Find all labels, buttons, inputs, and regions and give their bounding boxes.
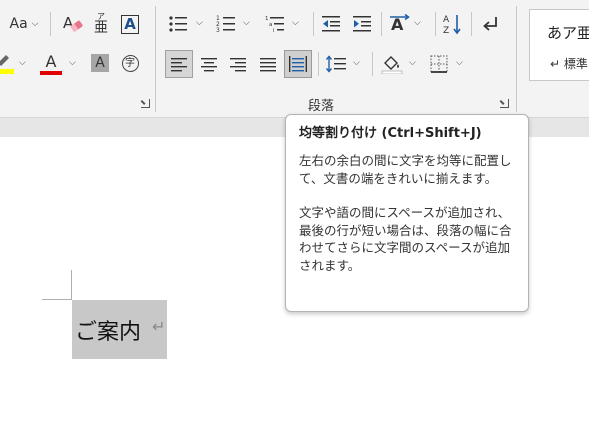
justify-icon: [260, 58, 276, 72]
phonetic-guide-button[interactable]: ア 亜: [90, 10, 112, 38]
style-sample-text: あア亜: [547, 24, 589, 42]
font-color-button[interactable]: A: [38, 50, 64, 78]
character-shading-icon: A: [91, 54, 109, 72]
font-color-swatch: [40, 71, 62, 75]
align-right-button[interactable]: [225, 50, 251, 78]
highlight-color-button[interactable]: [0, 50, 14, 78]
sort-icon: A Z: [443, 15, 461, 35]
styles-gallery[interactable]: あア亜 ↵ 標準: [529, 9, 589, 81]
character-border-icon: A: [121, 14, 139, 34]
margin-corner-mark-vertical: [71, 270, 72, 300]
separator: [372, 52, 373, 76]
paragraph-mark: ↵: [152, 317, 166, 336]
increase-indent-icon: [353, 16, 371, 32]
separator: [313, 12, 314, 36]
borders-icon: [430, 55, 448, 73]
align-left-button[interactable]: [165, 50, 193, 78]
line-spacing-button[interactable]: [323, 50, 349, 78]
text-direction-icon: A: [390, 13, 410, 34]
justify-button[interactable]: [255, 50, 281, 78]
chevron-down-icon[interactable]: ⌵: [409, 58, 416, 68]
bullets-icon: [169, 16, 187, 32]
font-dialog-launcher-icon[interactable]: [141, 99, 150, 108]
bullets-button[interactable]: [166, 12, 190, 36]
separator: [471, 12, 472, 36]
phonetic-guide-glyph: 亜: [94, 19, 108, 36]
svg-text:i: i: [273, 28, 275, 34]
change-case-label: Aa: [9, 16, 28, 32]
numbering-icon: 1 2 3: [216, 15, 235, 34]
chevron-down-icon[interactable]: ⌵: [414, 18, 421, 28]
paragraph-dialog-launcher-icon[interactable]: [500, 99, 509, 108]
enclose-characters-button[interactable]: 字: [118, 52, 142, 74]
sort-button[interactable]: A Z: [441, 12, 465, 36]
align-left-icon: [171, 58, 187, 72]
clear-formatting-icon: A: [63, 14, 83, 32]
document-text: ご案内: [75, 320, 142, 345]
separator: [50, 12, 51, 36]
svg-text:Z: Z: [443, 26, 449, 35]
group-separator: [516, 6, 517, 112]
svg-text:1: 1: [265, 16, 269, 22]
separator: [435, 12, 436, 36]
shading-button[interactable]: [378, 50, 406, 78]
chevron-down-icon[interactable]: ⌵: [69, 58, 76, 68]
svg-text:A: A: [443, 15, 450, 25]
chevron-down-icon[interactable]: ⌵: [456, 58, 463, 68]
svg-text:a: a: [269, 22, 272, 28]
tooltip: 均等割り付け (Ctrl+Shift+J) 左右の余白の間に文字を均等に配置して…: [285, 114, 529, 312]
change-case-button[interactable]: Aa ⌵: [4, 12, 44, 36]
svg-text:A: A: [391, 15, 404, 34]
tooltip-title: 均等割り付け (Ctrl+Shift+J): [299, 126, 482, 141]
chevron-down-icon[interactable]: ⌵: [353, 58, 360, 68]
paint-bucket-icon: [381, 56, 403, 74]
distributed-align-button[interactable]: [284, 50, 312, 78]
borders-button[interactable]: [427, 50, 451, 78]
separator: [381, 12, 382, 36]
tooltip-description-2: 文字や語の間にスペースが追加され、最後の行が短い場合は、段落の幅に合わせてさらに…: [299, 205, 512, 273]
distributed-align-icon: [289, 56, 307, 72]
font-color-glyph: A: [45, 52, 57, 71]
margin-corner-mark-horizontal: [42, 299, 72, 300]
chevron-down-icon[interactable]: ⌵: [19, 58, 26, 68]
line-spacing-icon: [325, 55, 346, 73]
numbering-button[interactable]: 1 2 3: [214, 12, 238, 36]
highlighter-icon: [0, 55, 14, 74]
clear-formatting-button[interactable]: A: [60, 10, 86, 38]
ribbon: Aa ⌵ A ア 亜 A ⌵ A ⌵ A 字 ⌵ 1 2 3 ⌵ 1 a i ⌵…: [0, 0, 589, 117]
increase-indent-button[interactable]: [350, 12, 374, 36]
text-direction-button[interactable]: A: [387, 12, 411, 36]
align-center-icon: [201, 58, 217, 72]
separator: [318, 52, 319, 76]
chevron-down-icon[interactable]: ⌵: [292, 18, 299, 28]
decrease-indent-button[interactable]: [319, 12, 343, 36]
align-center-button[interactable]: [196, 50, 222, 78]
paragraph-mark-icon: [483, 17, 497, 31]
chevron-down-icon: ⌵: [31, 19, 39, 29]
paragraph-group-label: 段落: [308, 99, 335, 114]
decrease-indent-icon: [322, 16, 340, 32]
svg-text:3: 3: [216, 27, 220, 34]
enclose-characters-icon: 字: [121, 54, 139, 72]
chevron-down-icon[interactable]: ⌵: [243, 18, 250, 28]
style-name-label: ↵ 標準: [550, 57, 588, 71]
multilevel-list-icon: 1 a i: [265, 16, 284, 34]
character-shading-button[interactable]: A: [89, 52, 111, 74]
multilevel-list-button[interactable]: 1 a i: [263, 12, 287, 36]
align-right-icon: [230, 58, 246, 72]
character-border-button[interactable]: A: [118, 12, 142, 36]
group-separator: [155, 6, 156, 112]
tooltip-description-1: 左右の余白の間に文字を均等に配置して、文書の端をきれいに揃えます。: [299, 153, 512, 186]
show-paragraph-marks-button[interactable]: [478, 12, 502, 36]
chevron-down-icon[interactable]: ⌵: [196, 18, 203, 28]
